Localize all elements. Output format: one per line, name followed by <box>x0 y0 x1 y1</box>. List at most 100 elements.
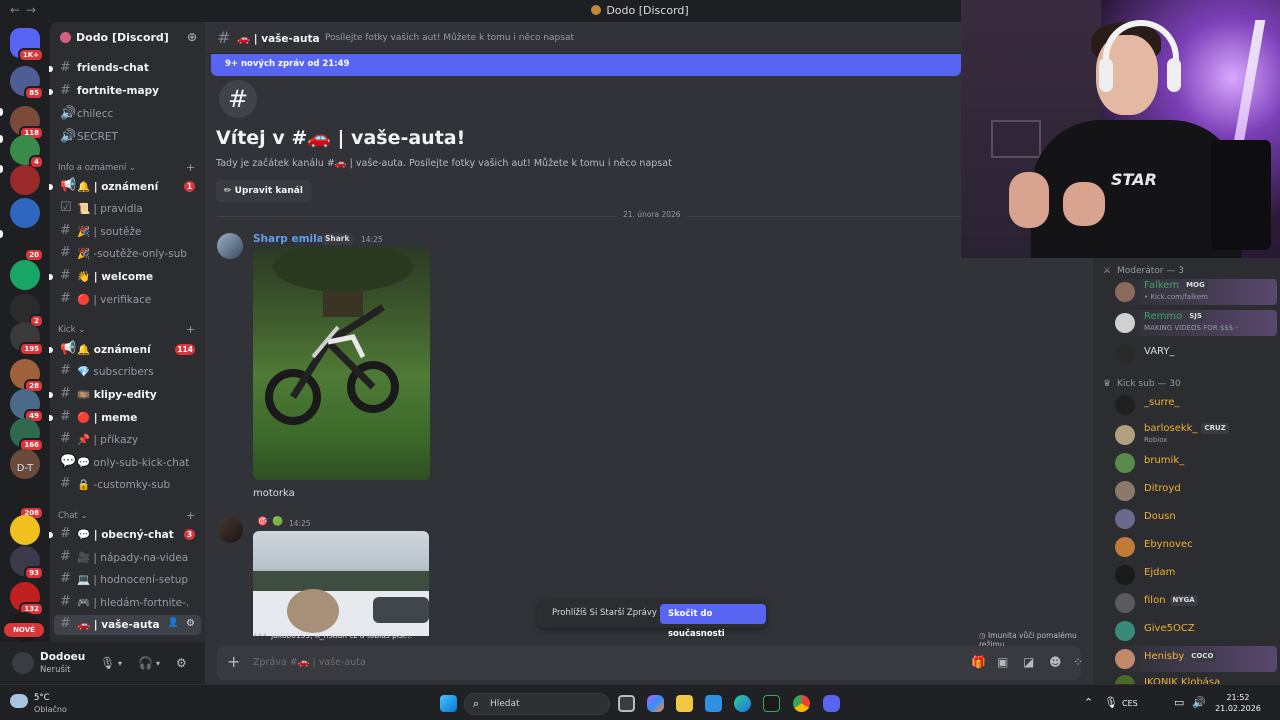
microphone-icon[interactable]: 🎙 <box>100 656 115 670</box>
channel-item[interactable]: # 📌 | příkazy <box>54 430 201 450</box>
member-item[interactable]: Dousn <box>1113 506 1277 532</box>
channel-item[interactable]: # 👋 | welcome <box>49 267 201 287</box>
channel-item[interactable]: # 💻 | hodnocení-setupů <box>54 570 201 590</box>
discord-taskbar-icon[interactable] <box>823 695 840 712</box>
server-icon[interactable] <box>10 165 40 195</box>
channel-category[interactable]: Chat ⌄ + <box>58 509 195 522</box>
channel-item[interactable]: ☑ 📜 | pravidla <box>54 199 201 219</box>
file-explorer-icon[interactable] <box>676 695 693 712</box>
channel-settings-icon[interactable]: ⚙ <box>186 618 195 629</box>
headset-icon[interactable]: 🎧 <box>138 656 153 670</box>
member-item[interactable]: Ebynovec <box>1113 534 1277 560</box>
server-icon[interactable] <box>10 260 40 290</box>
channel-topic[interactable]: Posílejte fotky vašich aut! Můžete k tom… <box>325 33 574 43</box>
server-icon[interactable]: 4 <box>10 135 44 169</box>
network-icon[interactable]: ▭ <box>1174 696 1184 709</box>
member-item[interactable]: IKONIK Klobása <box>1113 672 1277 684</box>
server-header[interactable]: Dodo [Discord] ⊕ <box>50 22 205 54</box>
server-icon[interactable]: 85 <box>10 66 44 100</box>
channel-item[interactable]: 🔊 SECRET <box>54 128 201 148</box>
server-dt-label[interactable]: D-T <box>8 463 42 474</box>
copilot-icon[interactable] <box>647 695 664 712</box>
channel-item[interactable]: # 💎 subscribers <box>54 362 201 382</box>
new-messages-bar[interactable]: 9+ nových zpráv od 21:49 <box>211 54 961 76</box>
outlook-icon[interactable] <box>705 695 722 712</box>
home-dm-icon[interactable]: 1K+ <box>10 28 44 62</box>
member-item[interactable]: Ditroyd <box>1113 478 1277 504</box>
channel-item[interactable]: # 🔒 -customky-sub <box>54 475 201 495</box>
server-icon[interactable] <box>10 198 40 228</box>
mic-tray-icon[interactable]: 🎙 <box>1104 696 1118 709</box>
server-icon[interactable]: 166 <box>10 418 44 452</box>
attach-plus-icon[interactable]: + <box>227 652 240 671</box>
channel-item[interactable]: # 🎞️ klipy-edity <box>49 385 201 405</box>
member-item[interactable]: _surre_ <box>1113 392 1277 418</box>
channel-item[interactable]: # 🎮 | hledám-fortnite-... <box>54 593 201 613</box>
message-avatar[interactable] <box>217 233 243 259</box>
member-item[interactable]: filon NYGA <box>1113 590 1277 616</box>
server-icon[interactable] <box>10 515 40 545</box>
settings-gear-icon[interactable]: ⚙ <box>176 656 187 670</box>
edge-icon[interactable] <box>734 695 751 712</box>
server-icon[interactable]: 195 <box>10 322 44 356</box>
server-icon[interactable]: 118 <box>10 106 44 140</box>
windows-start-icon[interactable] <box>440 695 457 712</box>
edit-channel-button[interactable]: ✏ Upravit kanál <box>216 180 311 202</box>
channel-item[interactable]: 📢 🔔 oznámení 114 <box>49 340 201 360</box>
user-name[interactable]: Dodoeu <box>40 651 85 663</box>
channel-item[interactable]: # fortnite-mapy <box>49 82 201 102</box>
channel-category[interactable]: Kick ⌄ + <box>58 323 195 336</box>
channel-item[interactable]: # 💬 | obecný-chat 3 <box>49 525 201 545</box>
chrome-icon[interactable] <box>793 695 810 712</box>
sticker-icon[interactable]: ◪ <box>1023 655 1034 669</box>
input-language[interactable]: CES <box>1122 699 1138 708</box>
channel-item[interactable]: # 🎉 -soutěže-only-sub <box>54 244 201 264</box>
tray-chevron-icon[interactable]: ⌃ <box>1084 696 1093 709</box>
mic-options-chevron-icon[interactable]: ▾ <box>118 659 122 668</box>
message-input[interactable]: Zpráva #🚗 | vaše-auta <box>253 657 366 668</box>
member-item[interactable]: barlosekk_ CRUZ Roblox <box>1113 422 1277 448</box>
channel-item[interactable]: # 🔴 | verifikace <box>54 290 201 310</box>
message-avatar[interactable] <box>217 517 243 543</box>
guild-tag[interactable]: Shark <box>322 233 353 245</box>
channel-item[interactable]: # 🎉 | soutěže <box>54 222 201 242</box>
emoji-icon[interactable]: ☻ <box>1049 655 1062 669</box>
channel-item[interactable]: # 🎥 | nápady-na-videa <box>54 548 201 568</box>
member-item[interactable]: brumik_ <box>1113 450 1277 476</box>
server-icon[interactable]: 49 <box>10 389 44 423</box>
user-avatar[interactable] <box>12 652 34 674</box>
taskbar-search[interactable]: ⌕ Hledat <box>464 693 610 715</box>
headset-options-chevron-icon[interactable]: ▾ <box>156 659 160 668</box>
terminal-icon[interactable] <box>763 695 780 712</box>
invite-member-icon[interactable]: 👤 <box>168 618 179 628</box>
server-icon[interactable]: 2 <box>10 294 44 328</box>
channel-item[interactable]: # friends-chat <box>49 59 201 79</box>
member-item[interactable]: Falkem MOG • Kick.com/falkem <box>1113 279 1277 305</box>
message-image-motorcycle[interactable] <box>253 247 430 480</box>
member-item[interactable]: VARY_ <box>1113 341 1277 367</box>
jump-to-present-button[interactable]: Skočit do současnosti <box>660 604 766 639</box>
channel-item[interactable]: # 🚗 | vaše-auta ⚙ 👤 <box>54 615 201 635</box>
gif-icon[interactable]: ▣ <box>997 655 1008 669</box>
taskbar-clock[interactable]: 21:52 21.02.2026 <box>1213 693 1263 713</box>
create-channel-icon[interactable]: + <box>186 161 195 174</box>
server-icon[interactable]: 93 <box>10 546 44 580</box>
channel-item[interactable]: 🔊 chilecc <box>54 105 201 125</box>
task-view-icon[interactable] <box>618 695 635 712</box>
create-channel-icon[interactable]: + <box>186 323 195 336</box>
member-item[interactable]: Give5OCZ <box>1113 618 1277 644</box>
member-item[interactable]: Ejdam <box>1113 562 1277 588</box>
channel-category[interactable]: Info a oznámení ⌄ + <box>58 161 195 174</box>
invite-people-icon[interactable]: ⊕ <box>187 30 197 44</box>
server-icon[interactable]: 20 <box>10 228 44 262</box>
server-icon[interactable]: 28 <box>10 359 44 393</box>
new-unreads-pill[interactable]: NOVÉ <box>4 623 44 637</box>
channel-item[interactable]: 📢 🔔 | oznámení 1 <box>49 177 201 197</box>
volume-icon[interactable]: 🔊 <box>1192 696 1206 709</box>
server-icon[interactable]: 132 <box>10 582 44 616</box>
gift-icon[interactable]: 🎁 <box>971 655 986 669</box>
create-channel-icon[interactable]: + <box>186 509 195 522</box>
member-item[interactable]: Remmo SJS MAKING VIDEOS FOR $$$ - <box>1113 310 1277 336</box>
server-icon[interactable]: 208 <box>10 486 44 520</box>
message-image-snow[interactable] <box>253 531 429 636</box>
